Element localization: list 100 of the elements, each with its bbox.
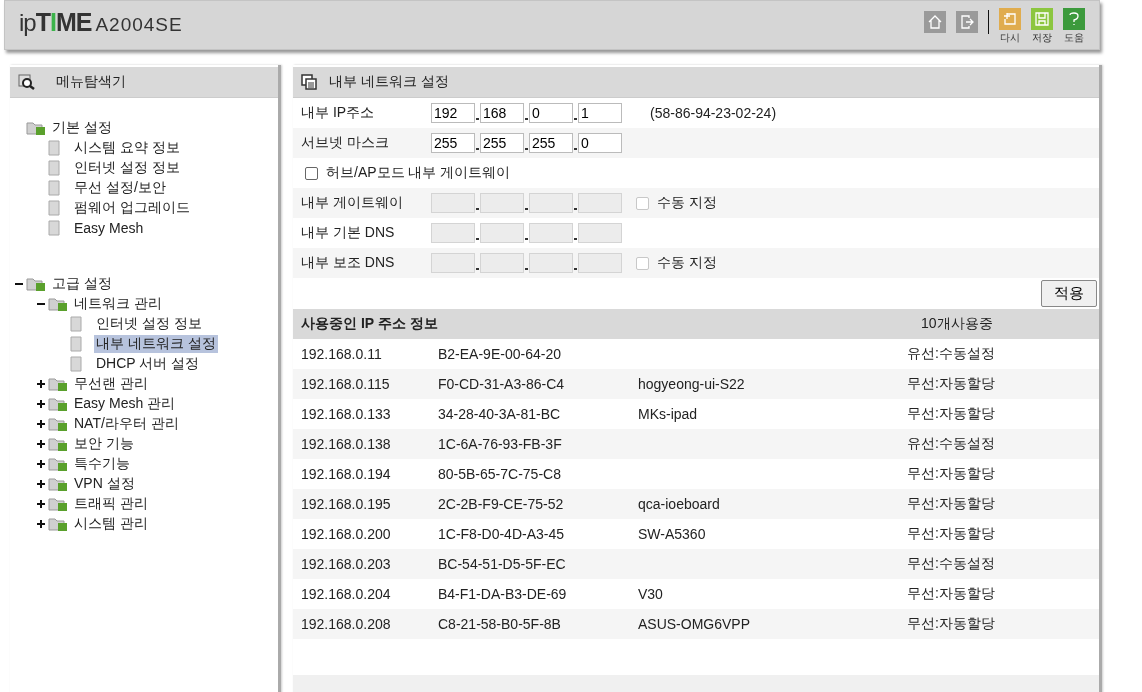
toolbar-button[interactable]: 다시 [999,8,1021,45]
folder-icon [48,496,70,512]
tree-item[interactable]: DHCP 서버 설정 [94,355,202,373]
table-cell: 유선:수동설정 [907,345,995,363]
dot-separator [574,238,577,240]
folder-icon [48,456,70,472]
tree-item[interactable]: 시스템 요약 정보 [72,139,182,157]
table-cell: 무선:자동할당 [907,525,995,543]
tree-item[interactable]: VPN 설정 [72,475,137,493]
octet-field[interactable]: 255 [529,133,573,153]
table-cell-text: 192.168.0.208 [301,616,392,632]
folder-icon [48,516,70,532]
table-cell: SW-A5360 [638,526,706,542]
octet-field[interactable]: 192 [431,103,475,123]
search-icon [18,74,36,90]
tree-item[interactable]: 네트워크 관리 [72,295,164,313]
octet-field[interactable]: 168 [480,103,524,123]
dot-separator [476,118,479,120]
field-label: 내부 게이트웨이 [301,194,404,212]
folder-icon [48,476,70,492]
table-cell: 유선:수동설정 [907,435,995,453]
toolbar-button[interactable]: 저장 [1031,8,1053,45]
octet-field[interactable]: 255 [431,133,475,153]
expand-icon[interactable] [36,379,46,389]
field-label: 서브넷 마스크 [301,134,390,152]
logout-icon[interactable] [956,11,978,33]
table-cell-text: 34-28-40-3A-81-BC [438,406,562,422]
table-cell: MKs-ipad [638,406,698,422]
octet-field[interactable]: 1 [578,103,622,123]
table-cell-text: 192.168.0.133 [301,406,392,422]
tree-item[interactable]: 트래픽 관리 [72,495,150,513]
mac-address: (58-86-94-23-02-24) [650,105,777,121]
home-icon[interactable] [924,11,946,33]
expand-icon[interactable] [36,439,46,449]
tree-item[interactable]: NAT/라우터 관리 [72,415,181,433]
tree-item[interactable]: 무선 설정/보안 [72,179,168,197]
table-cell-text: C8-21-58-B0-5F-8B [438,616,562,632]
expand-icon[interactable] [36,419,46,429]
dot-separator [574,208,577,210]
table-cell-text: 1C-6A-76-93-FB-3F [438,436,563,452]
usage-count: 10개사용중 [921,315,994,333]
apply-button[interactable]: 적용 [1041,280,1097,307]
table-cell-text: 192.168.0.138 [301,436,392,452]
octet-field[interactable]: 0 [578,133,622,153]
toolbar-button[interactable]: 도움 [1063,8,1085,45]
dot-separator [525,238,528,240]
tree-item[interactable]: 고급 설정 [50,275,114,293]
panel-title: 내부 네트워크 설정 [329,73,449,91]
table-cell-text: B4-F1-DA-B3-DE-69 [438,586,568,602]
table-cell: qca-ioeboard [638,496,720,512]
folder-icon [48,436,70,452]
tree-item[interactable]: Easy Mesh 관리 [72,395,178,413]
table-cell: 무선:자동할당 [907,465,995,483]
dot-separator [574,118,577,120]
tree-item[interactable]: 무선랜 관리 [72,375,150,393]
expand-icon[interactable] [36,399,46,409]
checkbox[interactable] [305,166,318,180]
folder-icon [48,396,70,412]
octet-field[interactable]: 0 [529,103,573,123]
table-cell-text: 192.168.0.194 [301,466,392,482]
folder-icon [48,376,70,392]
tree-item[interactable]: 인터넷 설정 정보 [72,159,182,177]
dot-separator [525,148,528,150]
table-cell-text: 192.168.0.11 [301,346,383,362]
table-cell: 무선:수동설정 [907,555,995,573]
dot-separator [476,148,479,150]
expand-icon[interactable] [36,519,46,529]
window-icon [301,74,317,90]
dot-separator [476,208,479,210]
expand-icon[interactable] [36,499,46,509]
tree-item[interactable]: 보안 기능 [72,435,136,453]
table-cell-text: 2C-2B-F9-CE-75-52 [438,496,565,512]
tree-item[interactable]: 인터넷 설정 정보 [94,315,204,333]
tree-item[interactable]: 내부 네트워크 설정 [94,335,218,353]
dot-separator [525,268,528,270]
tree-item[interactable]: 기본 설정 [50,119,114,137]
tree-item[interactable]: 펌웨어 업그레이드 [72,199,192,217]
table-cell-text: 192.168.0.200 [301,526,392,542]
field-label: 내부 보조 DNS [301,254,396,272]
table-cell: V30 [638,586,663,602]
dot-separator [476,238,479,240]
dot-separator [525,118,528,120]
tree-item[interactable]: 시스템 관리 [72,515,150,533]
expand-icon[interactable] [36,459,46,469]
table-cell: 무선:자동할당 [907,405,995,423]
checkbox-label: 수동 지정 [657,194,717,212]
dot-separator [574,268,577,270]
table-cell: 무선:자동할당 [907,375,995,393]
dot-separator [525,208,528,210]
logo: ipTIME A2004SE [19,8,183,37]
table-cell: hogyeong-ui-S22 [638,376,745,392]
octet-field[interactable]: 255 [480,133,524,153]
expand-icon[interactable] [36,479,46,489]
tree-item[interactable]: Easy Mesh [72,220,146,236]
table-cell-text: BC-54-51-D5-5F-EC [438,556,567,572]
table-cell: 무선:자동할당 [907,585,995,603]
field-label: 내부 기본 DNS [301,224,396,242]
tree-item[interactable]: 특수기능 [72,455,132,473]
dot-separator [574,148,577,150]
table-cell-text: 192.168.0.195 [301,496,392,512]
